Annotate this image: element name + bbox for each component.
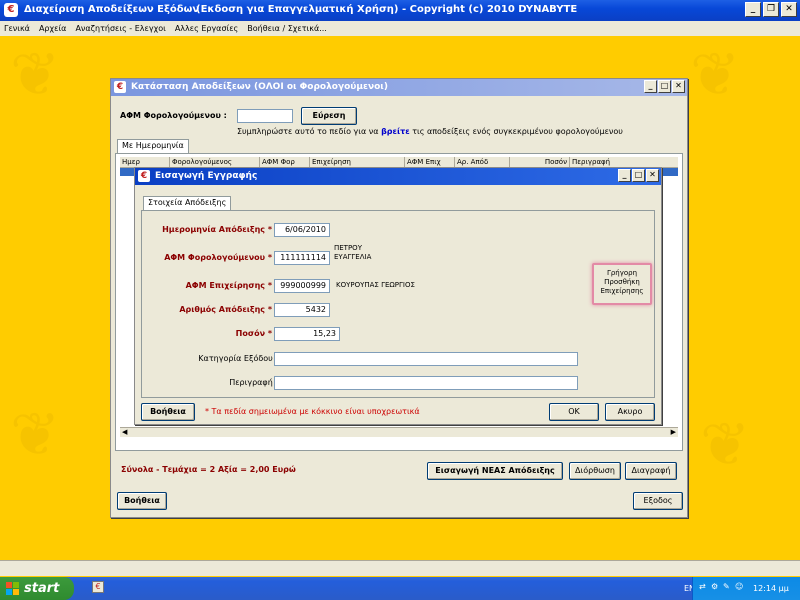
business-name: ΚΟΥΡΟΥΠΑΣ ΓΕΩΡΓΙΟΣ	[336, 281, 415, 289]
category-label: Κατηγορία Εξόδου :	[198, 354, 278, 363]
minimize-icon[interactable]: _	[644, 80, 657, 93]
column-header[interactable]: Ποσόν	[510, 157, 570, 167]
taxpayer-name-line1: ΠΕΤΡΟΥ	[334, 244, 362, 252]
dialog-help-button[interactable]: Βοήθεια	[141, 403, 195, 421]
afm-search-label: ΑΦΜ Φορολογούμενου :	[120, 111, 227, 120]
date-label: Ημερομηνία Απόδειξης * :	[162, 225, 278, 234]
taskbar: start € EN ⇄ ⚙ ✎ ☺ 12:14 μμ	[0, 577, 800, 600]
background-decoration: ❦	[10, 400, 61, 470]
quick-add-line: Επιχείρησης	[600, 287, 644, 295]
edit-button[interactable]: Διόρθωση	[569, 462, 621, 480]
hint-text: τις αποδείξεις ενός συγκεκριμένου φορολο…	[412, 127, 623, 136]
start-label: start	[24, 581, 60, 596]
windows-logo-icon	[6, 582, 19, 595]
column-header[interactable]: Περιγραφή	[570, 157, 678, 167]
tray-icon[interactable]: ☺	[735, 582, 743, 591]
window-icon: €	[114, 81, 126, 93]
receipt-number-input[interactable]: 5432	[274, 303, 330, 317]
receipts-window-title: Κατάσταση Αποδείξεων (ΟΛΟΙ οι Φορολογούμ…	[131, 82, 388, 92]
business-afm-label: ΑΦΜ Επιχείρησης * :	[185, 281, 278, 290]
menu-other-tasks[interactable]: Αλλες Εργασίες	[175, 24, 238, 33]
minimize-icon[interactable]: _	[618, 169, 631, 182]
start-button[interactable]: start	[0, 577, 74, 600]
app-icon: €	[4, 3, 18, 17]
column-header[interactable]: ΑΦΜ Επιχ	[405, 157, 455, 167]
afm-search-input[interactable]	[237, 109, 293, 123]
taxpayer-afm-input[interactable]: 111111114	[274, 251, 330, 265]
menu-general[interactable]: Γενικά	[4, 24, 30, 33]
column-header[interactable]: Επιχείρηση	[310, 157, 405, 167]
entry-dialog-titlebar: € Εισαγωγή Εγγραφής _ □ ✕	[135, 168, 661, 185]
exit-button[interactable]: Εξοδος	[633, 492, 683, 510]
receipt-number-label: Αριθμός Απόδειξης * :	[179, 305, 278, 314]
tray-icon[interactable]: ⇄	[699, 582, 706, 591]
close-icon[interactable]: ✕	[646, 169, 659, 182]
tab-by-date[interactable]: Με Ημερομηνία	[117, 139, 189, 153]
clock[interactable]: 12:14 μμ	[753, 584, 789, 593]
entry-dialog-title: Εισαγωγή Εγγραφής	[155, 171, 258, 181]
amount-input[interactable]: 15,23	[274, 327, 340, 341]
quick-add-line: Προσθήκη	[604, 278, 640, 286]
close-icon[interactable]: ✕	[781, 2, 797, 17]
menu-files[interactable]: Αρχεία	[39, 24, 66, 33]
close-icon[interactable]: ✕	[672, 80, 685, 93]
description-label: Περιγραφή :	[229, 378, 278, 387]
hint-link-text: βρείτε	[381, 127, 410, 136]
app-subtitle: (Εκδοση για Επαγγελματική Χρήση) - Copyr…	[196, 4, 578, 15]
receipts-window-titlebar: € Κατάσταση Αποδείξεων (ΟΛΟΙ οι Φορολογο…	[111, 79, 687, 96]
amount-label: Ποσόν * :	[235, 329, 278, 338]
menubar: Γενικά Αρχεία Αναζητήσεις - Ελεγχοι Αλλε…	[0, 21, 800, 36]
receipt-details-panel: Ημερομηνία Απόδειξης * : 6/06/2010 ΑΦΜ Φ…	[141, 210, 655, 398]
quick-add-business-button[interactable]: Γρήγορη Προσθήκη Επιχείρησης	[592, 263, 652, 305]
system-tray: ⇄ ⚙ ✎ ☺ 12:14 μμ	[692, 577, 800, 600]
quick-add-line: Γρήγορη	[606, 269, 638, 277]
tray-icon[interactable]: ⚙	[711, 582, 718, 591]
help-button[interactable]: Βοήθεια	[117, 492, 167, 510]
maximize-icon[interactable]: □	[632, 169, 645, 182]
menu-help[interactable]: Βοήθεια / Σχετικά...	[247, 24, 327, 33]
totals-text: Σύνολα - Τεμάχια = 2 Αξία = 2,00 Ευρώ	[121, 465, 296, 474]
search-button[interactable]: Εύρεση	[301, 107, 357, 125]
scroll-left-icon[interactable]: ◀	[122, 428, 127, 436]
column-header[interactable]: Ημερ	[120, 157, 170, 167]
category-input[interactable]	[274, 352, 578, 366]
horizontal-scrollbar[interactable]: ◀ ▶	[120, 427, 678, 437]
required-note: * Τα πεδία σημειωμένα με κόκκινο είναι υ…	[205, 407, 420, 416]
tray-icon[interactable]: ✎	[723, 582, 730, 591]
menu-searches[interactable]: Αναζητήσεις - Ελεγχοι	[75, 24, 165, 33]
entry-dialog: € Εισαγωγή Εγγραφής _ □ ✕ Στοιχεία Απόδε…	[134, 167, 662, 425]
maximize-icon[interactable]: □	[658, 80, 671, 93]
background-decoration: ❦	[690, 40, 741, 110]
column-header[interactable]: Φορολογούμενος	[170, 157, 260, 167]
search-hint: Συμπληρώστε αυτό το πεδίο για να βρείτε …	[237, 127, 623, 136]
delete-button[interactable]: Διαγραφή	[625, 462, 677, 480]
background-decoration: ❦	[700, 410, 751, 480]
app-taskbar-icon[interactable]: €	[92, 581, 104, 593]
tab-receipt-details[interactable]: Στοιχεία Απόδειξης	[143, 196, 232, 210]
taxpayer-afm-label: ΑΦΜ Φορολογούμενου * :	[164, 253, 278, 262]
ok-button[interactable]: ΟΚ	[549, 403, 599, 421]
minimize-icon[interactable]: _	[745, 2, 761, 17]
description-input[interactable]	[274, 376, 578, 390]
column-header[interactable]: ΑΦΜ Φορ	[260, 157, 310, 167]
background-decoration: ❦	[10, 40, 61, 110]
restore-icon[interactable]: ❐	[763, 2, 779, 17]
date-input[interactable]: 6/06/2010	[274, 223, 330, 237]
taxpayer-name-line2: ΕΥΑΓΓΕΛΙΑ	[334, 253, 372, 261]
add-new-receipt-button[interactable]: Εισαγωγή ΝΕΑΣ Απόδειξης	[427, 462, 563, 480]
column-header[interactable]: Αρ. Απόδ	[455, 157, 510, 167]
business-afm-input[interactable]: 999000999	[274, 279, 330, 293]
status-strip	[0, 560, 800, 576]
app-titlebar: € Διαχείριση Αποδείξεων Εξόδων (Εκδοση γ…	[0, 0, 800, 21]
app-title: Διαχείριση Αποδείξεων Εξόδων	[24, 4, 200, 15]
window-icon: €	[138, 170, 150, 182]
cancel-button[interactable]: Ακυρο	[605, 403, 655, 421]
hint-text: Συμπληρώστε αυτό το πεδίο για να	[237, 127, 379, 136]
scroll-right-icon[interactable]: ▶	[671, 428, 676, 436]
